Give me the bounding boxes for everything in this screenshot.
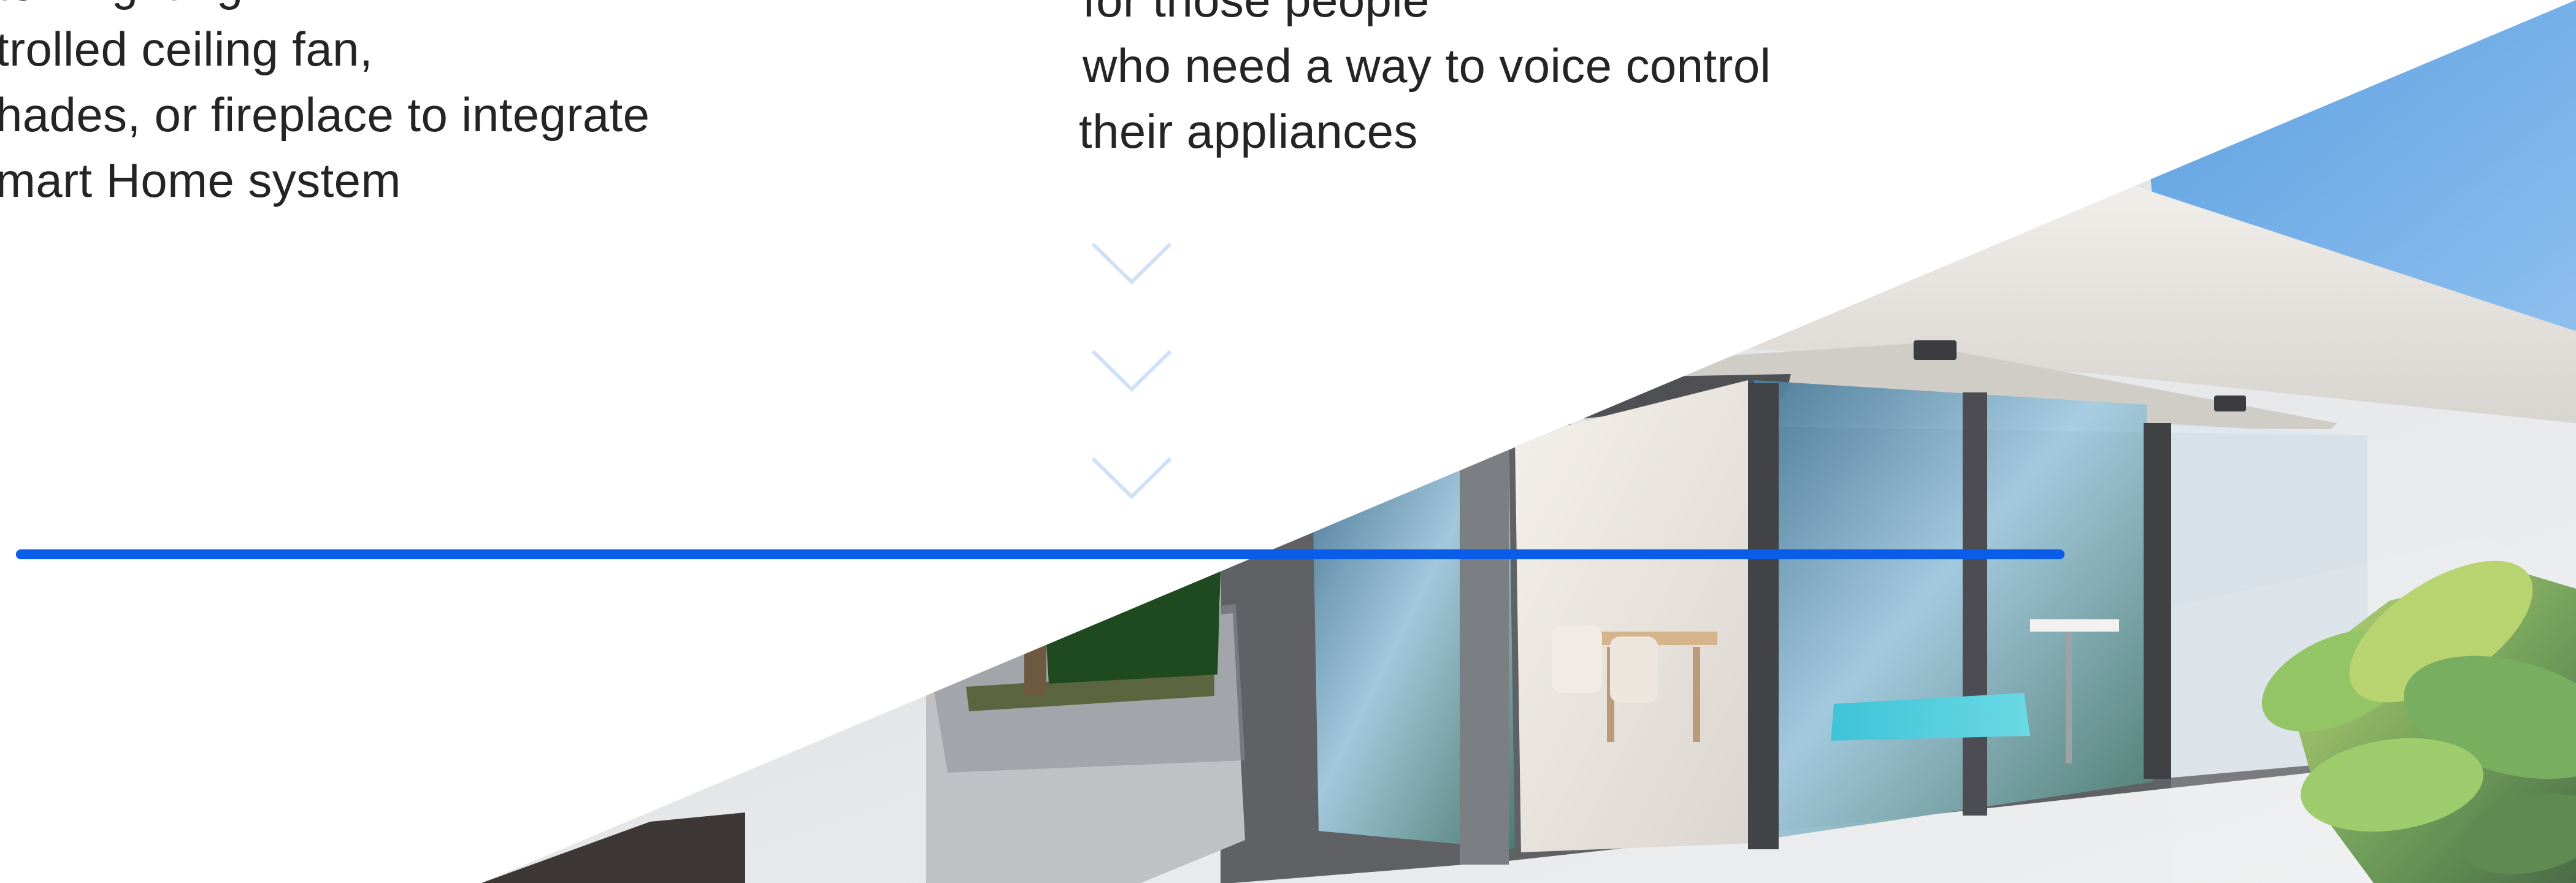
intro-line: tem lighting [0,0,650,17]
blue-divider-line [16,549,2064,559]
voice-line: their appliances [1079,104,1418,158]
voice-line: who need a way to voice control [1083,39,1771,93]
voice-control-text: for those people who need a way to voice… [1079,0,1771,164]
chevron-down-icon [1091,242,1172,285]
intro-line: trolled ceiling fan, [0,22,374,76]
intro-line: mart Home system [0,153,401,207]
voice-line: for those people [1083,0,1430,27]
chevron-down-icon [1091,350,1172,392]
intro-line: hades, or fireplace to integrate [0,88,650,142]
smart-home-intro-text: tem lighting trolled ceiling fan, hades,… [0,0,650,213]
chevron-down-icon [1091,457,1172,500]
scroll-down-indicator[interactable] [1088,239,1175,503]
